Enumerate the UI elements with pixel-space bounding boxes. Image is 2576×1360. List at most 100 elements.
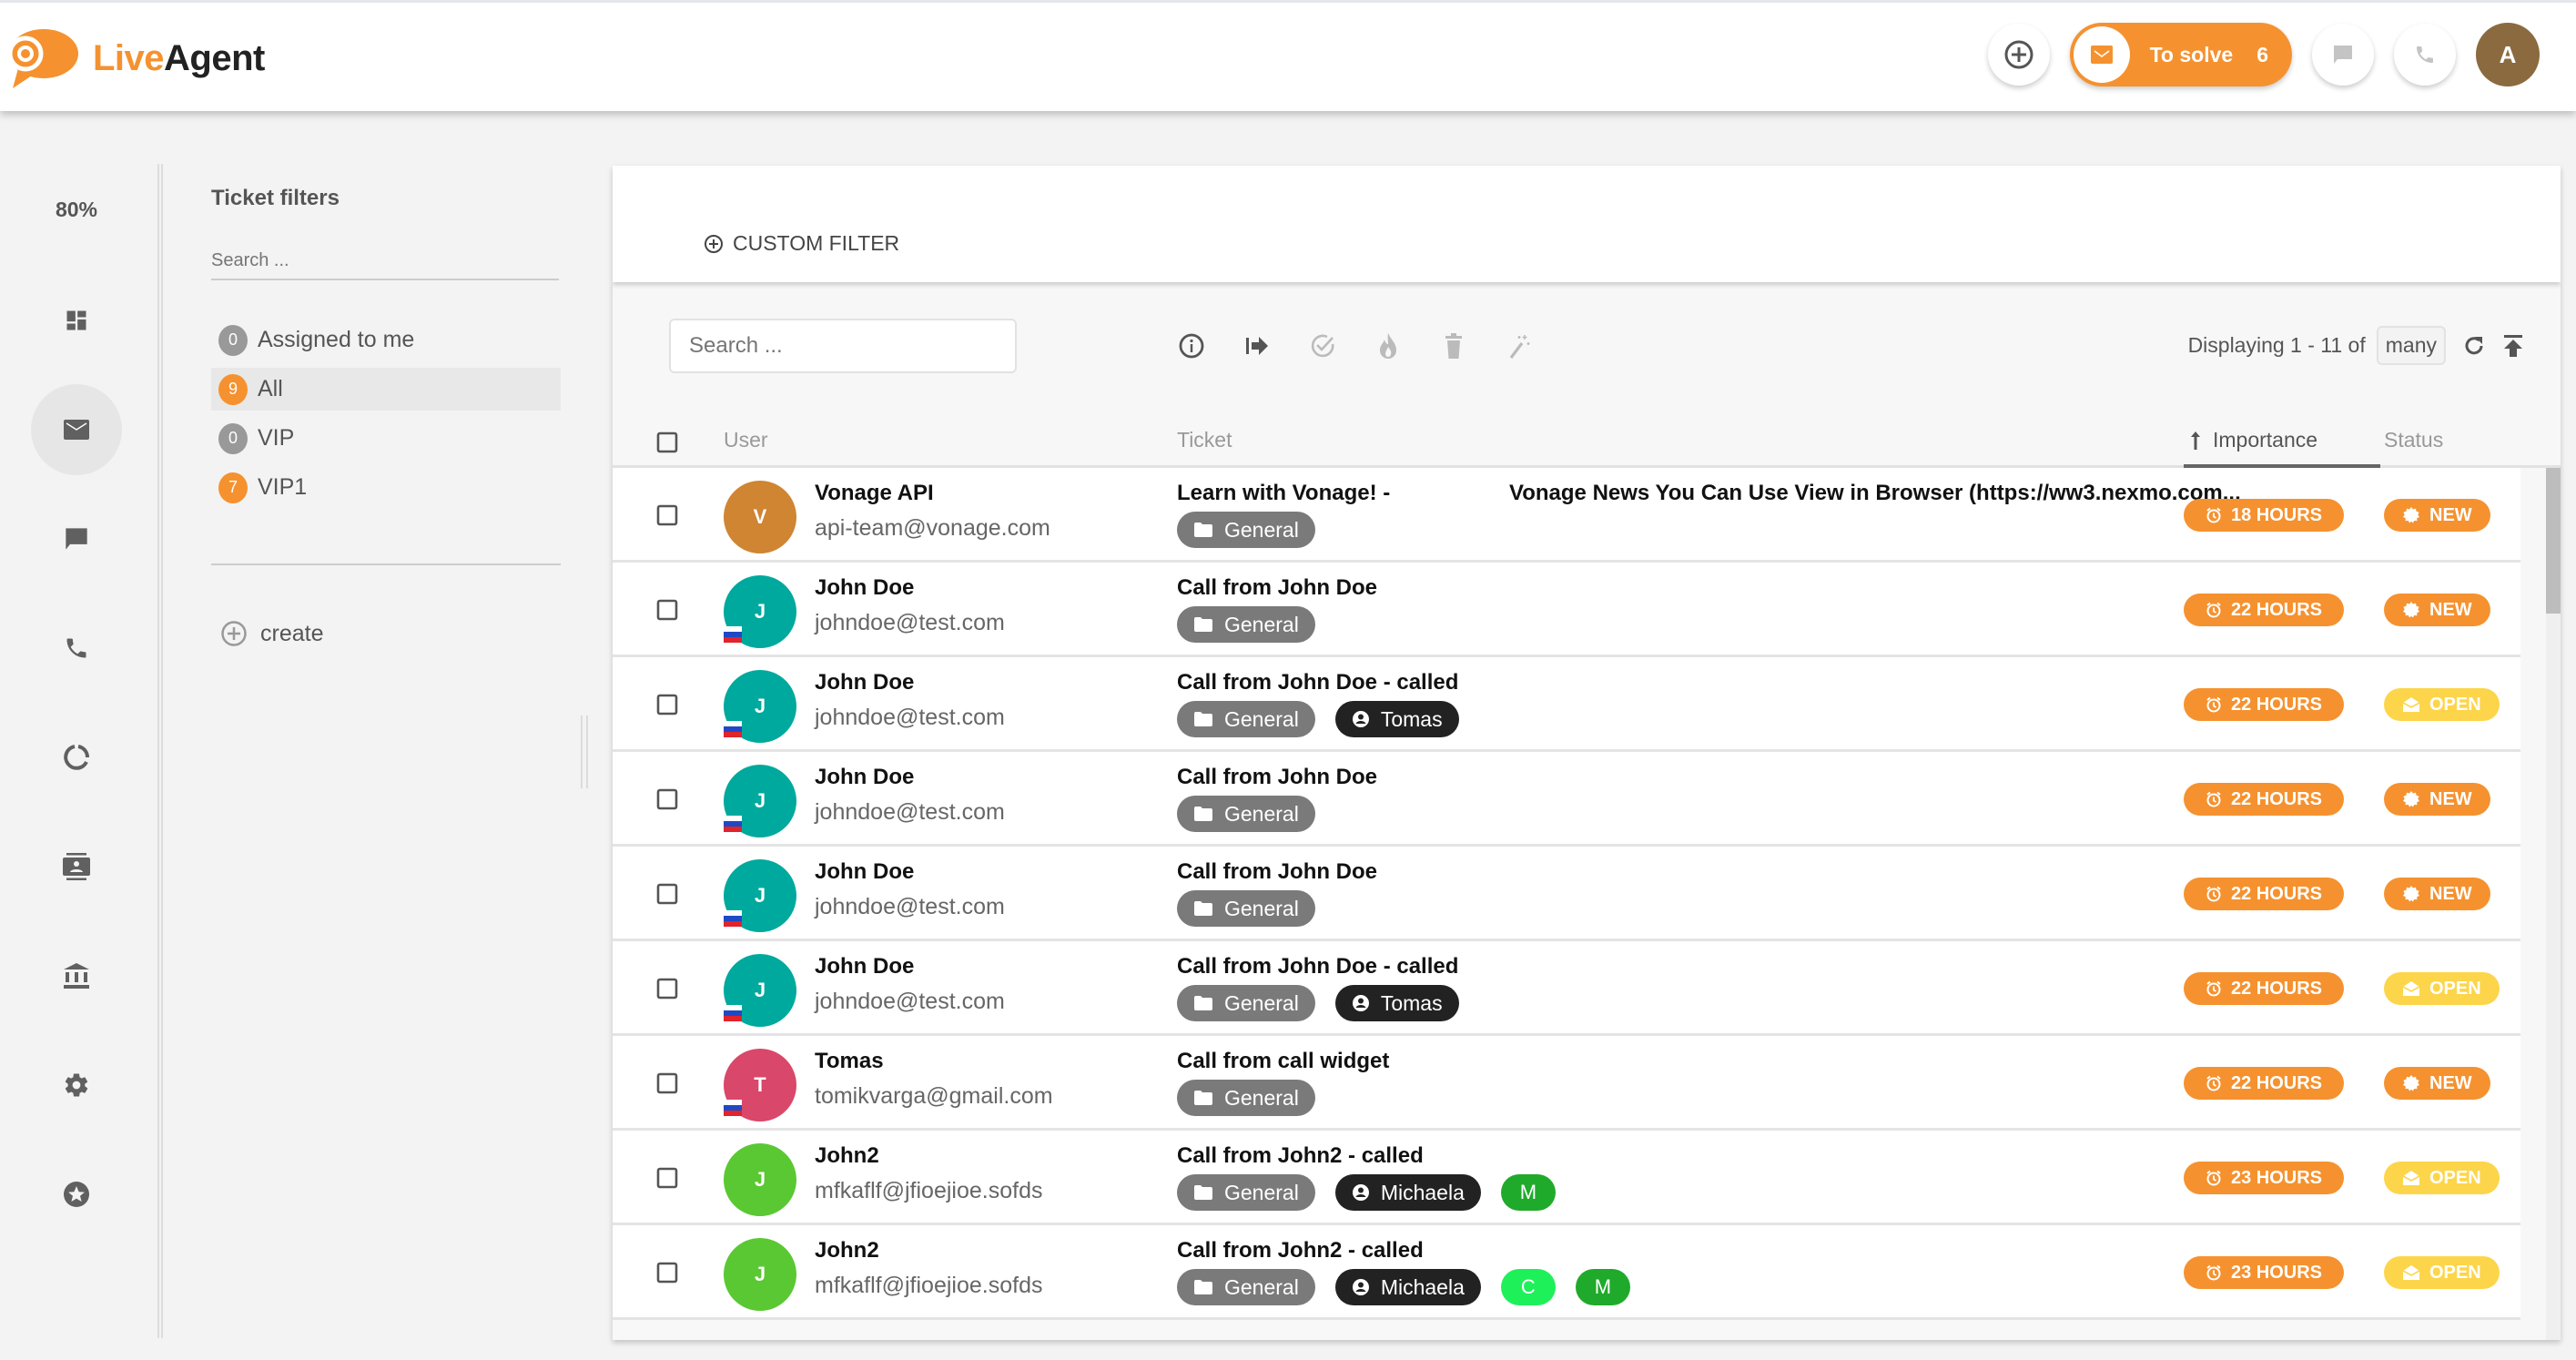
add-new-button[interactable]: [1987, 24, 2050, 86]
table-scrollbar-thumb[interactable]: [2546, 468, 2561, 614]
liveagent-logo[interactable]: LiveAgent: [4, 26, 265, 90]
call-button[interactable]: [2394, 24, 2456, 86]
user-name[interactable]: John Doe: [815, 765, 914, 790]
nav-reports[interactable]: [31, 712, 122, 803]
priority-button[interactable]: [1374, 331, 1403, 360]
department-tag[interactable]: General: [1177, 985, 1315, 1021]
ticket-row[interactable]: T Tomas tomikvarga@gmail.com Call from call…: [613, 1036, 2520, 1131]
tag-chip[interactable]: C: [1500, 1269, 1556, 1305]
chat-button[interactable]: [2312, 24, 2374, 86]
department-tag[interactable]: General: [1177, 512, 1315, 548]
ticket-subject[interactable]: Call from call widget: [1177, 1049, 1389, 1074]
department-tag[interactable]: General: [1177, 796, 1315, 832]
department-tag[interactable]: General: [1177, 606, 1315, 643]
importance-badge: 23 HOURS: [2184, 1162, 2344, 1194]
ticket-row-partial[interactable]: [613, 1320, 2520, 1340]
filters-search-input[interactable]: [211, 242, 559, 280]
filter-item-assigned-to-me[interactable]: 0 Assigned to me: [211, 319, 561, 361]
nav-dashboard[interactable]: [31, 275, 122, 366]
tickets-search-input[interactable]: [669, 319, 1017, 373]
user-name[interactable]: John2: [815, 1238, 879, 1264]
row-checkbox[interactable]: [656, 978, 678, 1000]
resolve-button[interactable]: [1308, 331, 1337, 360]
department-tag[interactable]: General: [1177, 701, 1315, 737]
filter-item-vip1[interactable]: 7 VIP1: [211, 466, 561, 509]
custom-filter-button[interactable]: CUSTOM FILTER: [704, 231, 899, 256]
ticket-row[interactable]: J John Doe johndoe@test.com Call from John …: [613, 657, 2520, 752]
user-name[interactable]: Tomas: [815, 1049, 884, 1074]
department-tag[interactable]: General: [1177, 1080, 1315, 1116]
row-checkbox[interactable]: [656, 1262, 678, 1284]
user-name[interactable]: John Doe: [815, 954, 914, 979]
ticket-row[interactable]: J John2 mfkaflf@jfioejioe.sofds Call from J…: [613, 1131, 2520, 1225]
tag-chip[interactable]: M: [1575, 1269, 1630, 1305]
column-header-status[interactable]: Status: [2384, 428, 2443, 452]
row-checkbox[interactable]: [656, 694, 678, 716]
panel-resize-handle[interactable]: [581, 716, 588, 788]
user-avatar[interactable]: A: [2476, 23, 2540, 86]
ticket-row[interactable]: V Vonage API api-team@vonage.com Learn with…: [613, 468, 2520, 563]
agent-tag[interactable]: Michaela: [1334, 1269, 1481, 1305]
column-header-user[interactable]: User: [724, 428, 768, 452]
user-name[interactable]: John Doe: [815, 670, 914, 695]
delete-button[interactable]: [1439, 331, 1468, 360]
to-solve-button[interactable]: To solve 6: [2069, 23, 2292, 86]
tag-chip[interactable]: M: [1500, 1174, 1556, 1211]
column-header-ticket[interactable]: Ticket: [1177, 428, 1232, 452]
refresh-button[interactable]: [2462, 334, 2486, 358]
transfer-button[interactable]: [1242, 331, 1272, 360]
nav-tickets[interactable]: [31, 384, 122, 475]
row-checkbox[interactable]: [656, 1167, 678, 1189]
select-all-checkbox[interactable]: [656, 431, 678, 453]
filter-label: VIP: [258, 425, 295, 451]
ticket-subject[interactable]: Call from John Doe: [1177, 859, 1377, 885]
department-tag[interactable]: General: [1177, 1174, 1315, 1211]
create-filter-button[interactable]: create: [211, 620, 561, 647]
ticket-row[interactable]: J John2 mfkaflf@jfioejioe.sofds Call from J…: [613, 1225, 2520, 1320]
ticket-subject[interactable]: Call from John Doe - called: [1177, 954, 1458, 979]
nav-configuration[interactable]: [31, 1040, 122, 1131]
ticket-subject[interactable]: Call from John Doe: [1177, 765, 1377, 790]
ticket-subject[interactable]: Call from John2 - called: [1177, 1143, 1424, 1169]
department-tag[interactable]: General: [1177, 890, 1315, 927]
column-header-importance[interactable]: Importance: [2187, 428, 2317, 452]
ticket-preview[interactable]: Vonage News You Can Use View in Browser …: [1509, 481, 2241, 506]
row-checkbox[interactable]: [656, 788, 678, 810]
ticket-row[interactable]: J John Doe johndoe@test.com Call from John …: [613, 752, 2520, 847]
ticket-subject[interactable]: Call from John Doe: [1177, 575, 1377, 601]
department-tag[interactable]: General: [1177, 1269, 1315, 1305]
agent-tag[interactable]: Tomas: [1334, 985, 1459, 1021]
nav-features[interactable]: [31, 1149, 122, 1240]
pager-total-button[interactable]: many: [2376, 326, 2446, 365]
bulk-action-icons: [1177, 331, 1534, 360]
row-checkbox[interactable]: [656, 883, 678, 905]
nav-knowledgebase[interactable]: [31, 930, 122, 1021]
nav-contacts[interactable]: [31, 821, 122, 912]
filter-item-all[interactable]: 9 All: [211, 368, 561, 411]
scroll-top-button[interactable]: [2502, 334, 2524, 358]
ticket-subject[interactable]: Call from John2 - called: [1177, 1238, 1424, 1264]
agent-tag[interactable]: Michaela: [1334, 1174, 1481, 1211]
row-checkbox[interactable]: [656, 1072, 678, 1094]
user-name[interactable]: John Doe: [815, 859, 914, 885]
nav-calls[interactable]: [31, 603, 122, 694]
table-scrollbar[interactable]: [2546, 468, 2561, 1340]
row-checkbox[interactable]: [656, 599, 678, 621]
top-bar: LiveAgent To solve 6 A: [0, 0, 2576, 111]
row-checkbox[interactable]: [656, 504, 678, 526]
user-name[interactable]: John Doe: [815, 575, 914, 601]
donut-chart-icon: [64, 745, 90, 770]
ticket-row[interactable]: J John Doe johndoe@test.com Call from John …: [613, 941, 2520, 1036]
info-button[interactable]: [1177, 331, 1206, 360]
agent-tag[interactable]: Tomas: [1334, 701, 1459, 737]
user-name[interactable]: John2: [815, 1143, 879, 1169]
user-name[interactable]: Vonage API: [815, 481, 934, 506]
ticket-subject[interactable]: Call from John Doe - called: [1177, 670, 1458, 695]
nav-chats[interactable]: [31, 493, 122, 584]
magic-wand-button[interactable]: [1505, 331, 1534, 360]
ticket-row[interactable]: J John Doe johndoe@test.com Call from John …: [613, 847, 2520, 941]
filter-item-vip[interactable]: 0 VIP: [211, 417, 561, 460]
status-badge: OPEN: [2384, 688, 2500, 721]
ticket-row[interactable]: J John Doe johndoe@test.com Call from John …: [613, 563, 2520, 657]
ticket-subject[interactable]: Learn with Vonage! -: [1177, 481, 1390, 506]
